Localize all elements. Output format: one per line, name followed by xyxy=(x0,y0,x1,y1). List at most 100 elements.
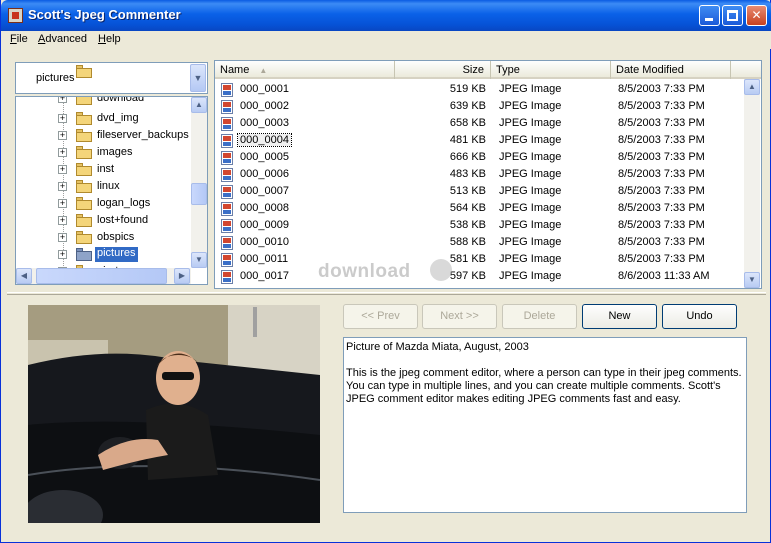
next-button[interactable]: Next >> xyxy=(422,304,497,329)
expand-icon[interactable]: + xyxy=(58,199,67,208)
scroll-down-icon[interactable]: ▼ xyxy=(191,252,207,268)
tree-item-images[interactable]: + images xyxy=(16,144,191,161)
scroll-thumb[interactable] xyxy=(191,183,207,205)
expand-icon[interactable]: + xyxy=(58,182,67,191)
tree-horizontal-scrollbar[interactable]: ◀ ▶ xyxy=(16,268,191,284)
list-item[interactable]: 000_0008 564 KB JPEG Image 8/5/2003 7:33 PM xyxy=(215,200,743,217)
file-size: 483 KB xyxy=(449,168,486,180)
list-header: Name ▲ Size Type Date Modified xyxy=(215,61,761,79)
menu-advanced[interactable]: Advanced xyxy=(38,33,87,45)
expand-icon[interactable]: + xyxy=(58,233,67,242)
file-name: 000_0007 xyxy=(240,185,289,197)
column-header-date[interactable]: Date Modified xyxy=(611,61,731,79)
file-date-modified: 8/5/2003 7:33 PM xyxy=(618,202,705,214)
list-vertical-scrollbar[interactable]: ▲ ▼ xyxy=(744,79,760,288)
file-name: 000_0011 xyxy=(240,253,289,265)
list-item[interactable]: 000_0004 481 KB JPEG Image 8/5/2003 7:33 PM xyxy=(215,132,743,149)
folder-open-icon xyxy=(76,248,92,261)
list-item[interactable]: 000_0001 519 KB JPEG Image 8/5/2003 7:33 PM xyxy=(215,81,743,98)
jpeg-file-icon xyxy=(221,83,233,97)
file-type: JPEG Image xyxy=(499,270,562,282)
chevron-down-icon[interactable]: ▼ xyxy=(190,64,206,92)
tree-item-inst[interactable]: + inst xyxy=(16,161,191,178)
file-size: 538 KB xyxy=(449,219,486,231)
delete-button[interactable]: Delete xyxy=(502,304,577,329)
app-icon[interactable] xyxy=(8,8,23,23)
list-item[interactable]: 000_0011 581 KB JPEG Image 8/5/2003 7:33 PM xyxy=(215,251,743,268)
comment-textarea[interactable]: Picture of Mazda Miata, August, 2003 Thi… xyxy=(343,337,747,513)
list-item[interactable]: 000_0002 639 KB JPEG Image 8/5/2003 7:33 PM xyxy=(215,98,743,115)
jpeg-file-icon xyxy=(221,134,233,148)
file-size: 519 KB xyxy=(449,83,486,95)
scroll-thumb[interactable] xyxy=(36,268,167,284)
new-button[interactable]: New xyxy=(582,304,657,329)
scroll-up-icon[interactable]: ▲ xyxy=(191,97,207,113)
folder-combo-value: pictures xyxy=(36,72,75,84)
file-name: 000_0004 xyxy=(237,133,292,147)
expand-icon[interactable]: + xyxy=(58,165,67,174)
tree-item-download[interactable]: + download xyxy=(16,97,191,107)
folder-icon xyxy=(76,97,92,105)
expand-icon[interactable]: + xyxy=(58,216,67,225)
expand-icon[interactable]: + xyxy=(58,148,67,157)
tree-item-label: logan_logs xyxy=(97,197,151,209)
watermark: download xyxy=(318,261,411,282)
scroll-right-icon[interactable]: ▶ xyxy=(174,268,190,284)
tree-vertical-scrollbar[interactable]: ▲ ▼ xyxy=(191,97,207,268)
file-type: JPEG Image xyxy=(499,168,562,180)
title-bar[interactable]: Scott's Jpeg Commenter ✕ xyxy=(1,0,771,31)
expand-icon[interactable]: + xyxy=(58,131,67,140)
list-item[interactable]: 000_0005 666 KB JPEG Image 8/5/2003 7:33 PM xyxy=(215,149,743,166)
image-preview xyxy=(28,305,320,523)
file-type: JPEG Image xyxy=(499,253,562,265)
list-item[interactable]: 000_0009 538 KB JPEG Image 8/5/2003 7:33 PM xyxy=(215,217,743,234)
list-item[interactable]: 000_0017 597 KB JPEG Image 8/6/2003 11:33 A… xyxy=(215,268,743,285)
list-item[interactable]: 000_0007 513 KB JPEG Image 8/5/2003 7:33 PM xyxy=(215,183,743,200)
menu-file[interactable]: File xyxy=(10,33,28,45)
tree-item-label: images xyxy=(97,146,133,158)
expand-icon[interactable]: + xyxy=(58,250,67,259)
prev-button[interactable]: << Prev xyxy=(343,304,418,329)
column-header-name[interactable]: Name ▲ xyxy=(215,61,395,79)
jpeg-file-icon xyxy=(221,168,233,182)
column-header-type[interactable]: Type xyxy=(491,61,611,79)
folder-icon xyxy=(76,180,92,193)
pane-splitter[interactable] xyxy=(7,292,766,295)
file-name: 000_0001 xyxy=(240,83,289,95)
file-date-modified: 8/5/2003 7:33 PM xyxy=(618,185,705,197)
list-item[interactable]: 000_0003 658 KB JPEG Image 8/5/2003 7:33 PM xyxy=(215,115,743,132)
file-list[interactable]: Name ▲ Size Type Date Modified 000_0001 51… xyxy=(214,60,762,289)
file-type: JPEG Image xyxy=(499,185,562,197)
tree-item-label: pictures xyxy=(95,247,138,262)
expand-icon[interactable]: + xyxy=(58,114,67,123)
tree-item-dvd-img[interactable]: + dvd_img xyxy=(16,110,191,127)
file-type: JPEG Image xyxy=(499,202,562,214)
tree-item-label: fileserver_backups xyxy=(97,129,189,141)
scroll-down-icon[interactable]: ▼ xyxy=(744,272,760,288)
scroll-left-icon[interactable]: ◀ xyxy=(16,268,32,284)
list-item[interactable]: 000_0010 588 KB JPEG Image 8/5/2003 7:33 PM xyxy=(215,234,743,251)
undo-button[interactable]: Undo xyxy=(662,304,737,329)
tree-item-logan-logs[interactable]: + logan_logs xyxy=(16,195,191,212)
minimize-button[interactable] xyxy=(699,5,720,26)
sort-up-icon: ▲ xyxy=(259,66,268,75)
tree-item-fileserver-backups[interactable]: + fileserver_backups xyxy=(16,127,191,144)
folder-tree[interactable]: + download + dvd_img + fileserver_backup… xyxy=(15,96,208,285)
tree-item-lost-found[interactable]: + lost+found xyxy=(16,212,191,229)
file-date-modified: 8/5/2003 7:33 PM xyxy=(618,253,705,265)
folder-combo[interactable]: pictures ▼ xyxy=(15,62,208,94)
menu-help[interactable]: Help xyxy=(98,33,121,45)
tree-item-obspics[interactable]: + obspics xyxy=(16,229,191,246)
jpeg-file-icon xyxy=(221,202,233,216)
close-button[interactable]: ✕ xyxy=(746,5,767,26)
maximize-button[interactable] xyxy=(722,5,743,26)
scroll-up-icon[interactable]: ▲ xyxy=(744,79,760,95)
tree-item-pictures[interactable]: + pictures xyxy=(16,246,191,263)
app-window: Scott's Jpeg Commenter ✕ File Advanced H… xyxy=(0,0,771,543)
tree-item-linux[interactable]: + linux xyxy=(16,178,191,195)
list-item[interactable]: 000_0006 483 KB JPEG Image 8/5/2003 7:33 PM xyxy=(215,166,743,183)
file-size: 481 KB xyxy=(449,134,486,146)
expand-icon[interactable]: + xyxy=(58,97,67,103)
file-date-modified: 8/5/2003 7:33 PM xyxy=(618,219,705,231)
column-header-size[interactable]: Size xyxy=(395,61,491,79)
